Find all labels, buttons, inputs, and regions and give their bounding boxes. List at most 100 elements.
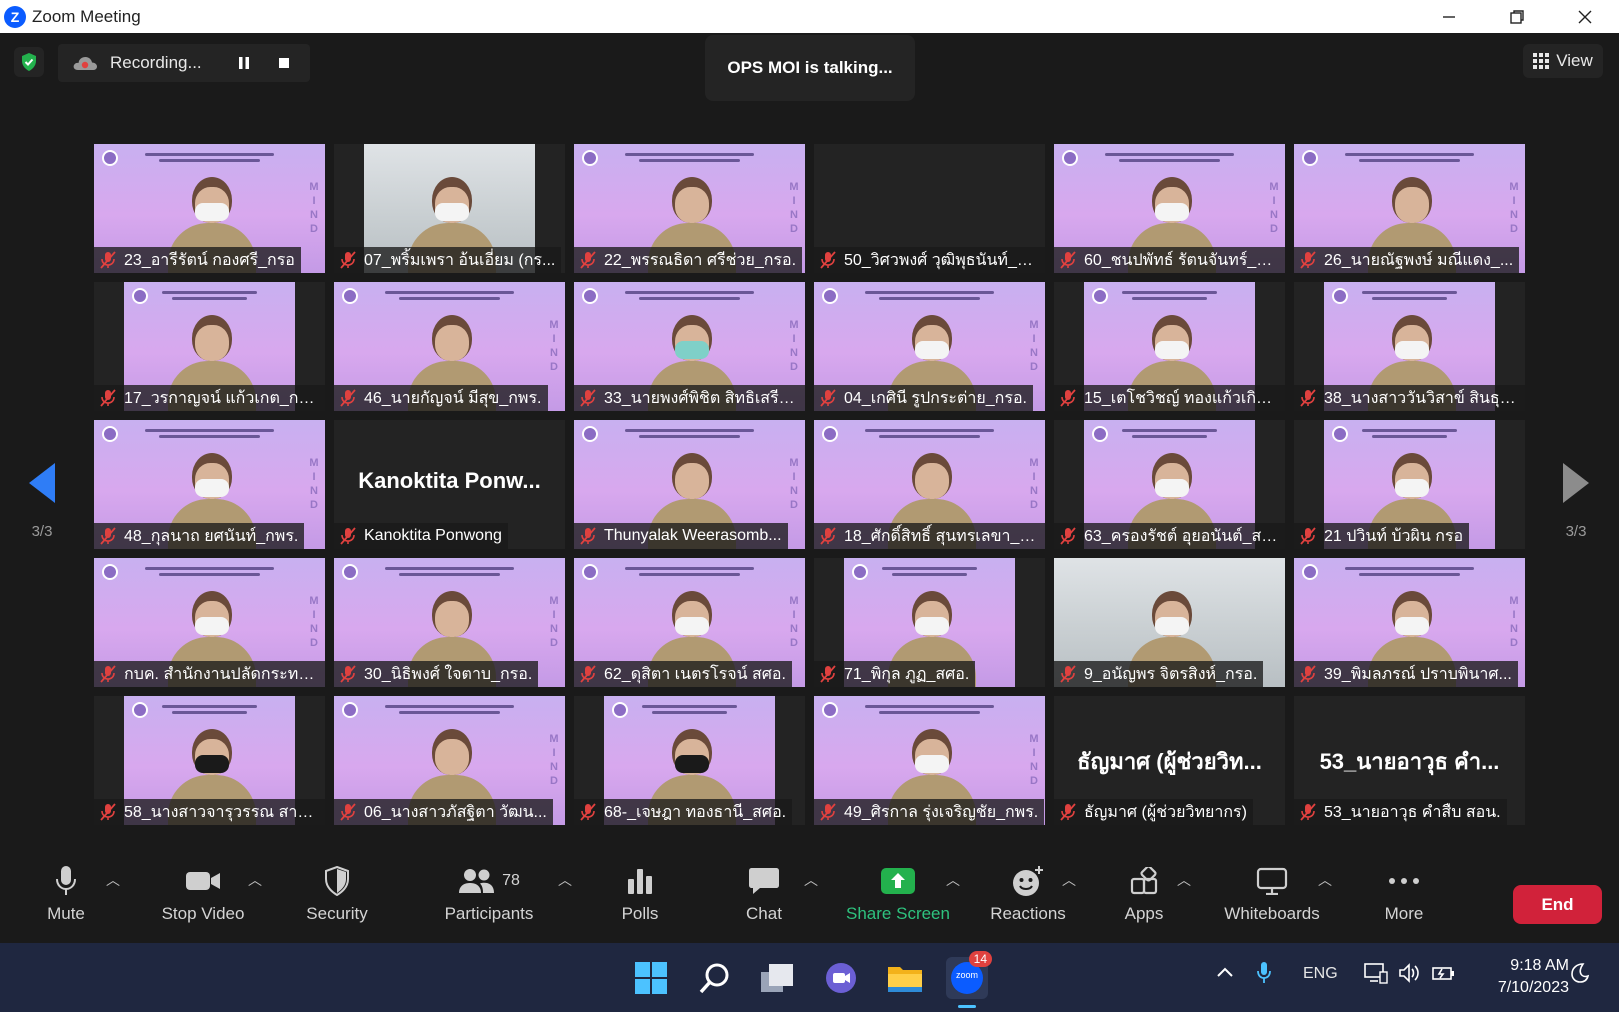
share-screen-label: Share Screen — [846, 904, 950, 923]
tray-microphone-icon[interactable] — [1256, 961, 1272, 990]
participant-tile[interactable]: 63_ครองรัชต์ อุยอนันต์_สศ... — [1054, 420, 1285, 549]
task-view-icon[interactable] — [756, 957, 798, 999]
participant-tile[interactable]: M I N D 60_ชนปพัทธ์ รัตนจันทร์_ส... — [1054, 144, 1285, 273]
participant-tile[interactable]: M I N D 30_นิธิพงศ์ ใจตาบ_กรอ. — [334, 558, 565, 687]
chat-options-chevron-up-icon[interactable]: ︿ — [804, 870, 818, 890]
mute-options-chevron-up-icon[interactable]: ︿ — [106, 870, 120, 890]
stop-icon[interactable] — [272, 51, 296, 75]
previous-page[interactable]: 3/3 — [22, 463, 62, 540]
participant-name: 68-_เจษฎา ทองธานี_สศอ. — [604, 803, 787, 821]
zoom-taskbar-icon[interactable]: zoom 14 — [946, 951, 992, 999]
participant-tile[interactable]: 17_วรกาญจน์ แก้วเกต_กร... — [94, 282, 325, 411]
participant-tile[interactable]: M I N D 04_เกศินี รูปกระต่าย_กรอ. — [814, 282, 1045, 411]
minimize-icon[interactable] — [1415, 0, 1483, 33]
participant-tile[interactable]: M I N D 33_นายพงศ์พิชิต สิทธิเสรี_... — [574, 282, 805, 411]
reactions-button[interactable]: Reactions — [988, 864, 1068, 924]
participant-tile[interactable]: M I N D 46_นายกัญจน์ มีสุข_กพร. — [334, 282, 565, 411]
participant-tile[interactable]: M I N D 23_อารีรัตน์ กองศรี_กรอ — [94, 144, 325, 273]
volume-icon[interactable] — [1398, 962, 1422, 989]
active-app-indicator — [958, 1005, 976, 1008]
chat-button[interactable]: Chat — [740, 864, 788, 924]
participant-tile[interactable]: M I N D 06_นางสาวภัสฐิตา วัฒน... — [334, 696, 565, 825]
language-indicator[interactable]: ENG — [1303, 965, 1338, 983]
view-button[interactable]: View — [1523, 44, 1603, 78]
network-icon[interactable] — [1364, 962, 1388, 989]
participant-tile[interactable]: 53_นายอาวุธ คำ... 53_นายอาวุธ คำสืบ สอน. — [1294, 696, 1525, 825]
mic-off-icon — [578, 664, 598, 684]
mic-off-icon — [818, 664, 838, 684]
participant-name: 33_นายพงศ์พิชิต สิทธิเสรี_... — [604, 389, 799, 407]
whiteboards-options-chevron-up-icon[interactable]: ︿ — [1318, 870, 1332, 890]
mic-off-icon — [338, 526, 358, 546]
participant-tile[interactable]: 21 ปวินท์ บ้วผิน กรอ — [1294, 420, 1525, 549]
windows-start-icon[interactable] — [630, 957, 672, 999]
participant-tile[interactable]: M I N D 48_กุลนาถ ยศนันท์_กพร. — [94, 420, 325, 549]
close-icon[interactable] — [1551, 0, 1619, 33]
participant-name: 49_ศิรกาล รุ่งเจริญชัย_กพร. — [844, 803, 1039, 821]
participant-tile[interactable]: 58_นางสาวจารุวรรณ สาย... — [94, 696, 325, 825]
participant-tile[interactable]: M I N D 49_ศิรกาล รุ่งเจริญชัย_กพร. — [814, 696, 1045, 825]
participant-tile[interactable]: M I N D กบค. สำนักงานปลัดกระทร... — [94, 558, 325, 687]
participant-tile[interactable]: M I N D 39_พิมลภรณ์ ปราบพินาศ... — [1294, 558, 1525, 687]
system-clock[interactable]: 9:18 AM 7/10/2023 — [1498, 955, 1569, 999]
participant-name: 04_เกศินี รูปกระต่าย_กรอ. — [844, 389, 1027, 407]
mic-off-icon — [1058, 664, 1078, 684]
mute-label: Mute — [47, 904, 85, 923]
reactions-options-chevron-up-icon[interactable]: ︿ — [1062, 870, 1076, 890]
participant-tile[interactable]: Kanoktita Ponw... Kanoktita Ponwong — [334, 420, 565, 549]
participant-namebar: Thunyalak Weerasomb... — [574, 523, 788, 549]
battery-icon[interactable] — [1432, 962, 1456, 989]
file-explorer-icon[interactable] — [884, 957, 926, 999]
cloud-record-icon — [72, 55, 98, 71]
participant-tile[interactable]: 38_นางสาววันวิสาข์ สินธุป... — [1294, 282, 1525, 411]
participant-name: 63_ครองรัชต์ อุยอนันต์_สศ... — [1084, 527, 1279, 545]
stop-video-button[interactable]: Stop Video — [155, 864, 251, 924]
more-button[interactable]: More — [1380, 864, 1428, 924]
chevron-up-icon[interactable] — [1216, 965, 1234, 983]
participant-tile[interactable]: M I N D Thunyalak Weerasomb... — [574, 420, 805, 549]
participant-tile[interactable]: 71_พิกุล ภูฏ_สศอ. — [814, 558, 1045, 687]
participant-tile[interactable]: 68-_เจษฎา ทองธานี_สศอ. — [574, 696, 805, 825]
meeting-area: Recording... OPS MOI is talking... View … — [0, 33, 1619, 943]
end-meeting-button[interactable]: End — [1513, 885, 1602, 924]
apps-button[interactable]: Apps — [1120, 864, 1168, 924]
search-icon[interactable] — [694, 957, 736, 999]
participant-tile[interactable]: M I N D 26_นายณัฐพงษ์ มณีแดง_... — [1294, 144, 1525, 273]
whiteboards-button[interactable]: Whiteboards — [1220, 864, 1324, 924]
participant-namebar: 33_นายพงศ์พิชิต สิทธิเสรี_... — [574, 385, 805, 411]
participant-tile[interactable]: M I N D 18_ศักดิ์สิทธิ์ สุนทรเลขา_ก... — [814, 420, 1045, 549]
stop-video-label: Stop Video — [161, 904, 245, 923]
participant-tile[interactable]: 07_พริ้มเพรา อ้นเอี่ยม (กร... — [334, 144, 565, 273]
next-page[interactable]: 3/3 — [1556, 463, 1596, 540]
participant-tile[interactable]: M I N D 62_ดุสิตา เนตรโรจน์ สศอ. — [574, 558, 805, 687]
security-button[interactable]: Security — [303, 864, 371, 924]
focus-moon-icon[interactable] — [1568, 962, 1590, 989]
mic-off-icon — [98, 388, 118, 408]
participants-options-chevron-up-icon[interactable]: ︿ — [558, 870, 572, 890]
video-options-chevron-up-icon[interactable]: ︿ — [248, 870, 262, 890]
mic-off-icon — [578, 250, 598, 270]
chevron-left-icon[interactable] — [29, 463, 55, 503]
chevron-right-icon[interactable] — [1563, 463, 1589, 503]
participant-name: 38_นางสาววันวิสาข์ สินธุป... — [1324, 389, 1519, 407]
participant-name: กบค. สำนักงานปลัดกระทร... — [124, 665, 319, 683]
participants-button[interactable]: 78 Participants — [440, 864, 538, 924]
participant-tile[interactable]: M I N D 22_พรรณธิดา ศรีช่วย_กรอ. — [574, 144, 805, 273]
apps-options-chevron-up-icon[interactable]: ︿ — [1177, 870, 1191, 890]
participant-tile[interactable]: 15_เตโชวิชญ์ ทองแก้วเกิด... — [1054, 282, 1285, 411]
participants-count: 78 — [502, 872, 520, 889]
share-options-chevron-up-icon[interactable]: ︿ — [946, 870, 960, 890]
participant-tile[interactable]: ธัญมาศ (ผู้ช่วยวิท... ธัญมาศ (ผู้ช่วยวิทย… — [1054, 696, 1285, 825]
share-screen-button[interactable]: Share Screen — [845, 864, 951, 924]
participant-tile[interactable]: 9_อนัญพร จิตรสิงห์_กรอ. — [1054, 558, 1285, 687]
shield-check-icon[interactable] — [14, 47, 44, 77]
restore-icon[interactable] — [1483, 0, 1551, 33]
participant-tile[interactable]: 50_วิศวพงศ์ วุฒิพุธนันท์_สอน. — [814, 144, 1045, 273]
participant-namebar: ธัญมาศ (ผู้ช่วยวิทยากร) — [1054, 799, 1253, 825]
mute-button[interactable]: Mute — [40, 864, 92, 924]
polls-button[interactable]: Polls — [616, 864, 664, 924]
participant-name: 46_นายกัญจน์ มีสุข_กพร. — [364, 389, 542, 407]
teams-chat-icon[interactable] — [820, 957, 862, 999]
participant-namebar: 60_ชนปพัทธ์ รัตนจันทร์_ส... — [1054, 247, 1285, 273]
pause-icon[interactable] — [232, 51, 256, 75]
